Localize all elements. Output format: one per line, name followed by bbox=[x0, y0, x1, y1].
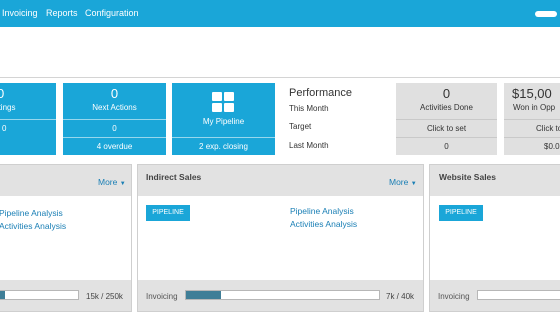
menu-reports[interactable]: Reports bbox=[46, 8, 78, 18]
kpi-won-last-month: $0.0 bbox=[504, 137, 560, 155]
panel-2-footer: Invoicing 7k / 40k bbox=[138, 280, 423, 311]
kpi-won-amount: $15,00 bbox=[512, 86, 552, 101]
caret-down-icon: ▼ bbox=[119, 181, 126, 187]
kpi-activities-target[interactable]: Click to set bbox=[396, 119, 497, 137]
kpi-meetings-header: 0 Meetings bbox=[0, 83, 56, 119]
panel-2-pipeline-button[interactable]: PIPELINE bbox=[146, 205, 190, 221]
performance-title: Performance bbox=[289, 87, 352, 99]
kpi-won-header: $15,00 Won in Opp bbox=[504, 83, 560, 119]
panel-3-footer: Invoicing bbox=[430, 280, 560, 311]
menu-invoicing[interactable]: Invoicing bbox=[2, 8, 38, 18]
kpi-activities-last-month: 0 bbox=[396, 137, 497, 155]
panel-1-more-menu[interactable]: More ▼ bbox=[98, 177, 126, 187]
panel-3-invoicing-progress bbox=[477, 290, 560, 300]
panel-1-progress-fill bbox=[0, 291, 5, 299]
panel-2-invoicing-progress bbox=[185, 290, 380, 300]
panel-2-invoicing-label: Invoicing bbox=[146, 292, 178, 301]
kpi-my-pipeline-header: My Pipeline bbox=[172, 83, 275, 137]
section-divider bbox=[0, 77, 560, 78]
caret-down-icon: ▼ bbox=[410, 181, 417, 187]
kpi-activities-label: Activities Done bbox=[420, 103, 473, 112]
panel-1-more-label: More bbox=[98, 177, 118, 187]
panel-2-invoicing-value: 7k / 40k bbox=[386, 292, 415, 301]
panel-1-invoicing-value: 15k / 250k bbox=[86, 292, 123, 301]
kpi-meetings-sub: 0 bbox=[0, 119, 56, 137]
kpi-activities-count: 0 bbox=[442, 86, 451, 101]
panel-2-activities-analysis-link[interactable]: Activities Analysis bbox=[290, 219, 357, 229]
panel-2-more-label: More bbox=[389, 177, 409, 187]
panel-2-header: Indirect Sales More ▼ bbox=[138, 165, 423, 196]
kpi-won-target[interactable]: Click to bbox=[504, 119, 560, 137]
performance-target: Target bbox=[289, 122, 312, 131]
kpi-won-label: Won in Opp bbox=[513, 103, 556, 112]
panel-3-title[interactable]: Website Sales bbox=[439, 172, 496, 182]
performance-last-month: Last Month bbox=[289, 141, 329, 150]
top-menu-bar: Invoicing Reports Configuration bbox=[0, 0, 560, 27]
sales-team-panel-indirect: Indirect Sales More ▼ PIPELINE Pipeline … bbox=[137, 164, 424, 312]
kpi-won-tile: $15,00 Won in Opp Click to $0.0 bbox=[504, 83, 560, 155]
kpi-next-actions-label: Next Actions bbox=[92, 103, 137, 112]
kpi-next-actions-tile[interactable]: 0 Next Actions 0 4 overdue bbox=[63, 83, 166, 155]
kpi-my-pipeline-tile[interactable]: My Pipeline 2 exp. closing bbox=[172, 83, 275, 155]
panel-1-footer: 15k / 250k bbox=[0, 280, 131, 311]
kpi-next-actions-overdue[interactable]: 4 overdue bbox=[63, 137, 166, 155]
panel-3-header: Website Sales bbox=[430, 165, 560, 196]
panel-3-pipeline-button[interactable]: PIPELINE bbox=[439, 205, 483, 221]
kpi-activities-header: 0 Activities Done bbox=[396, 83, 497, 119]
kpi-meetings-tile[interactable]: 0 Meetings 0 bbox=[0, 83, 56, 155]
grid-icon bbox=[212, 92, 234, 112]
menu-configuration[interactable]: Configuration bbox=[85, 8, 139, 18]
performance-labels: Performance This Month Target Last Month bbox=[284, 83, 392, 155]
kpi-meetings-label: Meetings bbox=[0, 103, 16, 112]
panel-1-activities-analysis-link[interactable]: Activities Analysis bbox=[0, 221, 66, 231]
user-menu-toggle[interactable] bbox=[535, 11, 557, 17]
kpi-next-actions-header: 0 Next Actions bbox=[63, 83, 166, 119]
crm-dashboard: Invoicing Reports Configuration 0 Meetin… bbox=[0, 0, 560, 315]
sales-team-panel-1: More ▼ Pipeline Analysis Activities Anal… bbox=[0, 164, 132, 312]
sales-team-panel-website: Website Sales PIPELINE Invoicing bbox=[429, 164, 560, 312]
performance-this-month: This Month bbox=[289, 104, 329, 113]
panel-2-pipeline-analysis-link[interactable]: Pipeline Analysis bbox=[290, 206, 354, 216]
panel-3-invoicing-label: Invoicing bbox=[438, 292, 470, 301]
kpi-my-pipeline-closing[interactable]: 2 exp. closing bbox=[172, 137, 275, 155]
kpi-meetings-count: 0 bbox=[0, 86, 5, 101]
kpi-next-actions-count: 0 bbox=[110, 86, 119, 101]
kpi-my-pipeline-label: My Pipeline bbox=[202, 117, 245, 126]
kpi-next-actions-sub: 0 bbox=[63, 119, 166, 137]
panel-2-title[interactable]: Indirect Sales bbox=[146, 172, 201, 182]
kpi-activities-tile: 0 Activities Done Click to set 0 bbox=[396, 83, 497, 155]
panel-2-more-menu[interactable]: More ▼ bbox=[389, 177, 417, 187]
panel-1-header: More ▼ bbox=[0, 165, 131, 196]
panel-1-invoicing-progress bbox=[0, 290, 79, 300]
panel-1-pipeline-analysis-link[interactable]: Pipeline Analysis bbox=[0, 208, 63, 218]
panel-2-progress-fill bbox=[186, 291, 221, 299]
